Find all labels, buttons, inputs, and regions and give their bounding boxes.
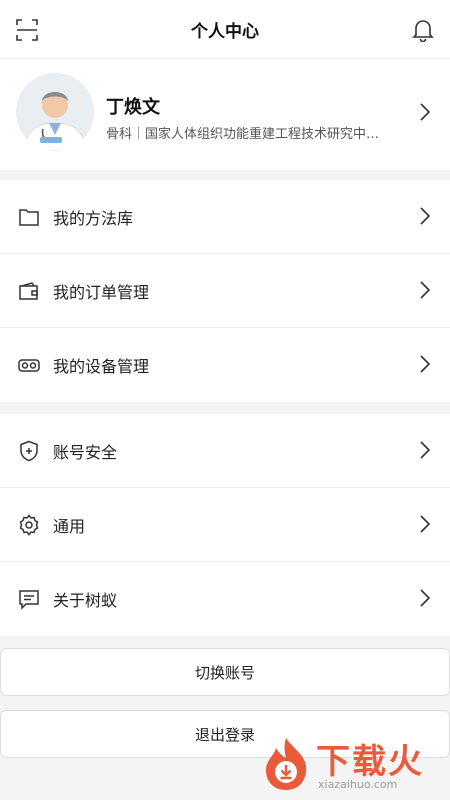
chevron-right-icon — [420, 207, 430, 225]
chevron-right-icon — [420, 441, 430, 459]
menu-item-label: 关于树蚁 — [53, 591, 118, 610]
menu-item-label: 通用 — [53, 516, 86, 536]
menu-item-account-security[interactable]: 账号安全 — [0, 414, 450, 488]
chevron-right-icon — [420, 515, 430, 533]
message-icon — [19, 590, 39, 610]
top-bar: 个人中心 — [0, 0, 450, 58]
wallet-icon — [19, 281, 38, 300]
switch-account-button[interactable]: 切换账号 — [0, 648, 450, 696]
menu-item-about[interactable]: 关于树蚁 — [0, 562, 450, 636]
menu-group-assets: 我的方法库 我的订单管理 我的设备管理 — [0, 180, 450, 402]
menu-item-label: 我的方法库 — [53, 208, 134, 228]
menu-item-label: 账号安全 — [53, 442, 118, 462]
menu-item-label: 我的订单管理 — [53, 282, 150, 302]
scan-icon[interactable] — [16, 19, 38, 41]
folder-icon — [19, 208, 39, 226]
avatar — [16, 73, 94, 151]
chevron-right-icon — [420, 103, 430, 121]
gear-icon — [19, 513, 39, 536]
chevron-right-icon — [420, 281, 430, 299]
menu-item-device-management[interactable]: 我的设备管理 — [0, 328, 450, 402]
bell-icon[interactable] — [412, 18, 434, 42]
menu-item-order-management[interactable]: 我的订单管理 — [0, 254, 450, 328]
page-title: 个人中心 — [191, 21, 259, 42]
watermark-text: 下载火 — [316, 742, 424, 782]
vr-headset-icon — [18, 359, 40, 372]
flame-logo-icon — [266, 738, 307, 790]
user-description: 骨科｜国家人体组织功能重建工程技术研究中… — [106, 127, 380, 142]
menu-item-method-library[interactable]: 我的方法库 — [0, 180, 450, 254]
user-name: 丁焕文 — [106, 97, 160, 118]
chevron-right-icon — [420, 355, 430, 373]
chevron-right-icon — [420, 589, 430, 607]
menu-item-general[interactable]: 通用 — [0, 488, 450, 562]
watermark-domain: xiazaihuo.com — [318, 778, 398, 791]
menu-group-settings: 账号安全 通用 关于树蚁 — [0, 414, 450, 636]
profile-card[interactable]: 丁焕文 骨科｜国家人体组织功能重建工程技术研究中… — [0, 58, 450, 170]
watermark-logo: 下载火 xiazaihuo.com — [258, 734, 444, 794]
shield-plus-icon — [20, 440, 38, 461]
menu-item-label: 我的设备管理 — [53, 357, 150, 376]
